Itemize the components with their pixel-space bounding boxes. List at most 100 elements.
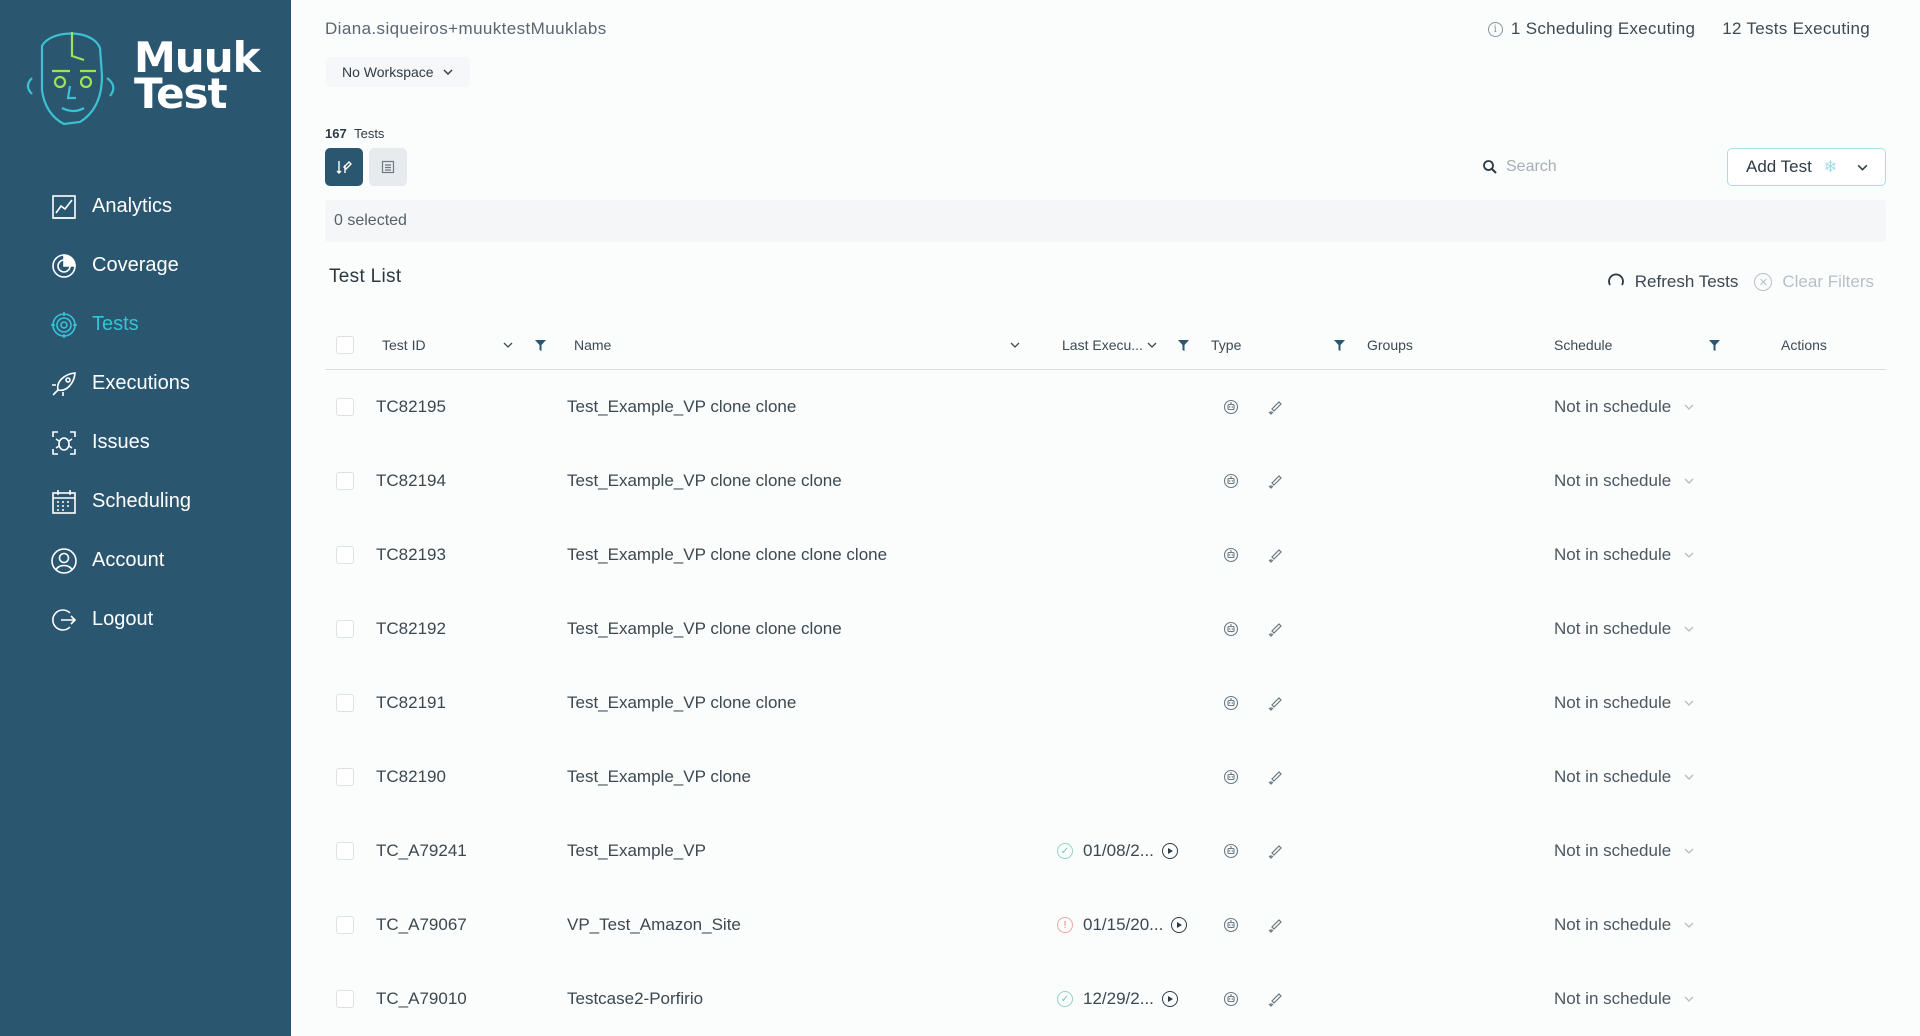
last-execution-date[interactable]: 01/08/2... bbox=[1083, 841, 1154, 861]
robot-type-icon[interactable] bbox=[1221, 397, 1241, 417]
test-id[interactable]: TC82192 bbox=[376, 592, 446, 666]
schedule-dropdown[interactable]: Not in schedule bbox=[1554, 666, 1695, 740]
table-row[interactable]: TC_A79067 VP_Test_Amazon_Site ! 01/15/20… bbox=[325, 888, 1886, 962]
robot-type-icon[interactable] bbox=[1221, 915, 1241, 935]
test-name[interactable]: Test_Example_VP clone clone clone clone bbox=[567, 518, 887, 592]
play-icon[interactable] bbox=[1161, 991, 1178, 1007]
table-row[interactable]: TC82191 Test_Example_VP clone clone Not … bbox=[325, 666, 1886, 740]
workspace-selector[interactable]: No Workspace bbox=[326, 57, 470, 87]
row-checkbox[interactable] bbox=[336, 398, 354, 416]
last-execution-date[interactable]: 12/29/2... bbox=[1083, 989, 1154, 1009]
sidebar-item-analytics[interactable]: Analytics bbox=[0, 177, 291, 236]
list-view-button[interactable] bbox=[325, 148, 363, 186]
edit-icon[interactable] bbox=[1265, 619, 1285, 639]
filter-schedule[interactable] bbox=[1708, 320, 1721, 370]
test-name[interactable]: VP_Test_Amazon_Site bbox=[567, 888, 741, 962]
filter-test-id[interactable] bbox=[534, 320, 547, 370]
row-checkbox[interactable] bbox=[336, 694, 354, 712]
row-checkbox[interactable] bbox=[336, 620, 354, 638]
column-schedule[interactable]: Schedule bbox=[1554, 320, 1612, 370]
schedule-dropdown[interactable]: Not in schedule bbox=[1554, 518, 1695, 592]
row-checkbox[interactable] bbox=[336, 842, 354, 860]
last-execution-date[interactable]: 01/15/20... bbox=[1083, 915, 1163, 935]
sort-name[interactable] bbox=[1009, 320, 1021, 370]
edit-icon[interactable] bbox=[1265, 397, 1285, 417]
test-name[interactable]: Test_Example_VP clone clone bbox=[567, 370, 796, 444]
row-checkbox[interactable] bbox=[336, 916, 354, 934]
test-id[interactable]: TC_A79010 bbox=[376, 962, 467, 1036]
table-row[interactable]: TC82195 Test_Example_VP clone clone Not … bbox=[325, 370, 1886, 444]
test-name[interactable]: Test_Example_VP clone clone clone bbox=[567, 444, 842, 518]
sidebar-item-tests[interactable]: Tests bbox=[0, 295, 291, 354]
test-id[interactable]: TC82190 bbox=[376, 740, 446, 814]
table-row[interactable]: TC82192 Test_Example_VP clone clone clon… bbox=[325, 592, 1886, 666]
sidebar-item-executions[interactable]: Executions bbox=[0, 354, 291, 413]
test-name[interactable]: Test_Example_VP clone clone bbox=[567, 666, 796, 740]
robot-type-icon[interactable] bbox=[1221, 989, 1241, 1009]
sidebar-item-coverage[interactable]: Coverage bbox=[0, 236, 291, 295]
column-last-execution[interactable]: Last Execu... bbox=[1062, 320, 1143, 370]
edit-icon[interactable] bbox=[1265, 841, 1285, 861]
test-id[interactable]: TC82195 bbox=[376, 370, 446, 444]
robot-type-icon[interactable] bbox=[1221, 693, 1241, 713]
test-id[interactable]: TC82193 bbox=[376, 518, 446, 592]
clear-filters-button[interactable]: ✕ Clear Filters bbox=[1754, 272, 1874, 292]
robot-type-icon[interactable] bbox=[1221, 619, 1241, 639]
table-row[interactable]: TC_A79241 Test_Example_VP ✓ 01/08/2... N… bbox=[325, 814, 1886, 888]
test-id[interactable]: TC82191 bbox=[376, 666, 446, 740]
table-row[interactable]: TC82193 Test_Example_VP clone clone clon… bbox=[325, 518, 1886, 592]
schedule-dropdown[interactable]: Not in schedule bbox=[1554, 962, 1695, 1036]
table-row[interactable]: TC_A79010 Testcase2-Porfirio ✓ 12/29/2..… bbox=[325, 962, 1886, 1036]
filter-type[interactable] bbox=[1333, 320, 1346, 370]
muuktest-logo[interactable]: Muuk Test bbox=[22, 26, 272, 136]
robot-type-icon[interactable] bbox=[1221, 471, 1241, 491]
row-checkbox[interactable] bbox=[336, 472, 354, 490]
test-name[interactable]: Test_Example_VP clone clone clone bbox=[567, 592, 842, 666]
sidebar-item-scheduling[interactable]: Scheduling bbox=[0, 472, 291, 531]
schedule-dropdown[interactable]: Not in schedule bbox=[1554, 740, 1695, 814]
table-row[interactable]: TC82194 Test_Example_VP clone clone clon… bbox=[325, 444, 1886, 518]
sidebar-item-issues[interactable]: Issues bbox=[0, 413, 291, 472]
add-test-button[interactable]: Add Test ❄ bbox=[1727, 148, 1886, 186]
schedule-dropdown[interactable]: Not in schedule bbox=[1554, 444, 1695, 518]
schedule-dropdown[interactable]: Not in schedule bbox=[1554, 370, 1695, 444]
test-id[interactable]: TC_A79067 bbox=[376, 888, 467, 962]
play-icon[interactable] bbox=[1161, 843, 1178, 859]
schedule-dropdown[interactable]: Not in schedule bbox=[1554, 814, 1695, 888]
refresh-tests-button[interactable]: Refresh Tests bbox=[1607, 272, 1738, 292]
sort-test-id[interactable] bbox=[502, 320, 514, 370]
column-groups[interactable]: Groups bbox=[1367, 320, 1413, 370]
search-input[interactable] bbox=[1506, 158, 1706, 176]
test-id[interactable]: TC82194 bbox=[376, 444, 446, 518]
sort-last-execution[interactable] bbox=[1146, 320, 1158, 370]
robot-type-icon[interactable] bbox=[1221, 767, 1241, 787]
column-name[interactable]: Name bbox=[574, 320, 611, 370]
row-checkbox[interactable] bbox=[336, 546, 354, 564]
column-test-id[interactable]: Test ID bbox=[382, 320, 426, 370]
table-view-button[interactable] bbox=[369, 148, 407, 186]
filter-last-execution[interactable] bbox=[1177, 320, 1190, 370]
row-checkbox[interactable] bbox=[336, 768, 354, 786]
scheduling-status[interactable]: 1 Scheduling Executing bbox=[1511, 19, 1695, 39]
schedule-dropdown[interactable]: Not in schedule bbox=[1554, 592, 1695, 666]
robot-type-icon[interactable] bbox=[1221, 545, 1241, 565]
schedule-dropdown[interactable]: Not in schedule bbox=[1554, 888, 1695, 962]
sidebar-item-account[interactable]: Account bbox=[0, 531, 291, 590]
edit-icon[interactable] bbox=[1265, 989, 1285, 1009]
test-name[interactable]: Testcase2-Porfirio bbox=[567, 962, 703, 1036]
edit-icon[interactable] bbox=[1265, 693, 1285, 713]
sidebar-item-logout[interactable]: Logout bbox=[0, 590, 291, 649]
table-row[interactable]: TC82190 Test_Example_VP clone Not in sch… bbox=[325, 740, 1886, 814]
robot-type-icon[interactable] bbox=[1221, 841, 1241, 861]
row-checkbox[interactable] bbox=[336, 990, 354, 1008]
edit-icon[interactable] bbox=[1265, 471, 1285, 491]
test-id[interactable]: TC_A79241 bbox=[376, 814, 467, 888]
test-name[interactable]: Test_Example_VP clone bbox=[567, 740, 751, 814]
play-icon[interactable] bbox=[1171, 917, 1188, 933]
select-all-checkbox[interactable] bbox=[336, 336, 354, 354]
edit-icon[interactable] bbox=[1265, 915, 1285, 935]
column-type[interactable]: Type bbox=[1211, 320, 1241, 370]
edit-icon[interactable] bbox=[1265, 767, 1285, 787]
test-name[interactable]: Test_Example_VP bbox=[567, 814, 706, 888]
tests-executing-status[interactable]: 12 Tests Executing bbox=[1722, 19, 1870, 39]
